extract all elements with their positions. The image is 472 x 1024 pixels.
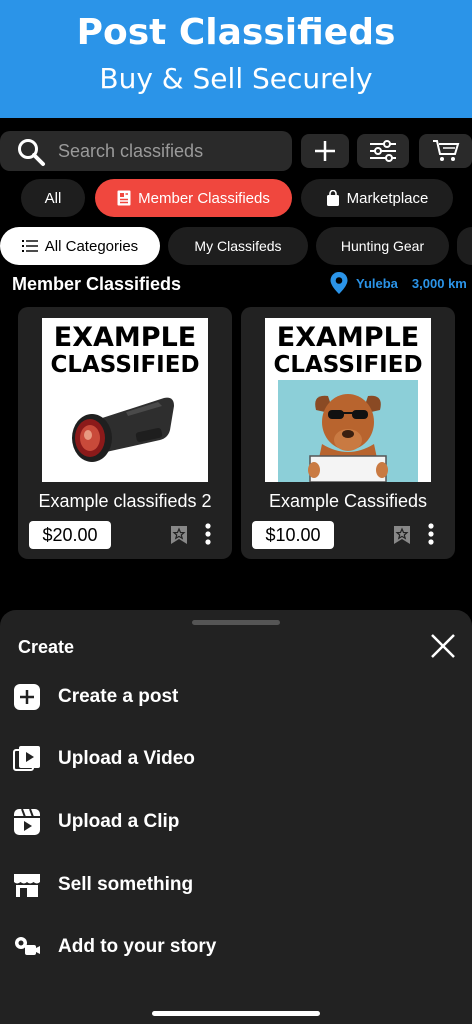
listing-card[interactable]: EXAMPLE CLASSIFIED Example Cassifieds $1… — [241, 307, 455, 559]
dog-with-sign-image — [278, 380, 418, 482]
category-my-classifieds-label: My Classifeds — [194, 238, 282, 254]
close-icon[interactable] — [430, 633, 456, 659]
menu-create-post[interactable]: Create a post — [0, 672, 472, 722]
location-distance: 3,000 km — [411, 275, 467, 291]
category-my-classifieds[interactable]: My Classifeds — [168, 227, 308, 265]
category-hunting-gear[interactable]: Hunting Gear — [316, 227, 449, 265]
menu-upload-video[interactable]: Upload a Video — [0, 734, 472, 784]
search-placeholder: Search classifieds — [58, 141, 204, 161]
category-hunting-gear-label: Hunting Gear — [340, 238, 425, 254]
tab-member-classifieds[interactable]: Member Classifieds — [95, 179, 292, 217]
promo-banner: Post Classifieds Buy & Sell Securely — [0, 0, 472, 118]
tab-all[interactable]: All — [21, 179, 85, 217]
listing-image: EXAMPLE CLASSIFIED — [42, 318, 208, 482]
image-caption-line2: CLASSIFIED — [50, 352, 200, 378]
banner-title: Post Classifieds — [76, 12, 396, 53]
category-all-label: All Categories — [44, 237, 139, 255]
cart-button[interactable] — [419, 134, 472, 168]
add-button[interactable] — [301, 134, 349, 168]
section-title: Member Classifieds — [12, 274, 182, 294]
create-bottom-sheet: Create Create a post Upload a Video Uplo… — [0, 610, 472, 1024]
listing-price: $20.00 — [29, 521, 111, 549]
tab-marketplace[interactable]: Marketplace — [301, 179, 453, 217]
location-name: Yuleba — [356, 275, 398, 291]
menu-create-post-label: Create a post — [58, 686, 179, 707]
plus-square-icon — [14, 684, 40, 710]
image-caption-line2: CLASSIFIED — [273, 352, 423, 378]
listing-image: EXAMPLE CLASSIFIED — [265, 318, 431, 482]
menu-upload-clip-label: Upload a Clip — [58, 811, 180, 832]
listing-title: Example classifieds 2 — [38, 491, 212, 511]
image-caption-line1: EXAMPLE — [53, 322, 197, 353]
listing-price: $10.00 — [252, 521, 334, 549]
tab-all-label: All — [44, 189, 62, 207]
category-all[interactable]: All Categories — [0, 227, 160, 265]
plus-icon — [315, 141, 335, 161]
menu-upload-clip[interactable]: Upload a Clip — [0, 797, 472, 847]
tab-marketplace-label: Marketplace — [346, 189, 429, 207]
video-icon — [13, 746, 40, 771]
sliders-icon — [370, 140, 396, 162]
listing-title: Example Cassifieds — [268, 491, 428, 511]
save-bookmark-icon[interactable] — [393, 525, 411, 545]
menu-sell-something[interactable]: Sell something — [0, 860, 472, 910]
location-selector[interactable]: Yuleba 3,000 km — [330, 272, 467, 294]
home-indicator[interactable] — [152, 1011, 320, 1016]
banner-subtitle: Buy & Sell Securely — [99, 62, 373, 95]
newspaper-icon — [117, 190, 131, 206]
image-caption-line1: EXAMPLE — [276, 322, 420, 353]
sheet-drag-handle[interactable] — [192, 620, 280, 625]
listing-card[interactable]: EXAMPLE CLASSIFIED Example classifieds 2… — [18, 307, 232, 559]
save-bookmark-icon[interactable] — [170, 525, 188, 545]
menu-upload-video-label: Upload a Video — [58, 748, 195, 769]
menu-add-story-label: Add to your story — [58, 936, 217, 957]
filter-button[interactable] — [357, 134, 409, 168]
cart-icon — [432, 140, 459, 161]
shopping-bag-icon — [326, 190, 339, 206]
category-more[interactable] — [457, 227, 472, 265]
location-pin-icon — [330, 272, 348, 294]
more-options-icon[interactable] — [427, 523, 435, 545]
tab-member-classifieds-label: Member Classifieds — [138, 189, 270, 207]
thermal-monocular-image — [72, 397, 174, 462]
menu-sell-something-label: Sell something — [58, 874, 194, 895]
storefront-icon — [14, 874, 40, 897]
list-icon — [21, 240, 38, 252]
more-options-icon[interactable] — [204, 523, 212, 545]
search-input[interactable]: Search classifieds — [0, 131, 292, 171]
sheet-title: Create — [18, 637, 75, 657]
menu-add-story[interactable]: Add to your story — [0, 922, 472, 972]
search-icon — [18, 139, 45, 166]
story-camera-icon — [15, 937, 40, 955]
clip-icon — [14, 808, 40, 835]
